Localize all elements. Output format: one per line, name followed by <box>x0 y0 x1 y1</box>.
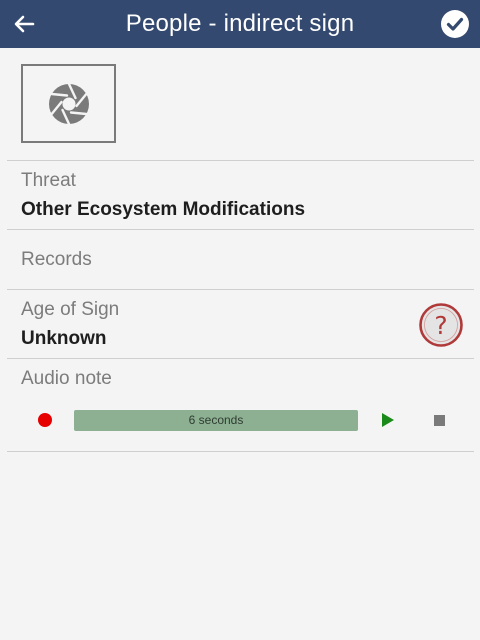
divider <box>7 358 474 359</box>
threat-field[interactable]: Threat Other Ecosystem Modifications <box>21 170 464 221</box>
svg-text:?: ? <box>434 311 447 340</box>
age-of-sign-field[interactable]: Age of Sign Unknown <box>21 299 410 350</box>
threat-label: Threat <box>21 170 76 191</box>
audio-note-field: Audio note <box>21 368 464 390</box>
divider <box>7 289 474 290</box>
audio-note-label: Audio note <box>21 368 112 389</box>
camera-aperture-icon <box>48 82 89 125</box>
page-title: People - indirect sign <box>125 10 355 37</box>
question-help-icon[interactable]: ? <box>419 303 463 347</box>
play-icon[interactable] <box>382 413 394 427</box>
add-photo-button[interactable] <box>21 64 116 143</box>
stop-icon[interactable] <box>434 415 445 426</box>
threat-value: Other Ecosystem Modifications <box>21 199 306 220</box>
divider <box>7 451 474 452</box>
app-bar: People - indirect sign <box>0 0 480 48</box>
audio-controls: 6 seconds <box>0 402 480 438</box>
records-field[interactable]: Records <box>21 249 464 271</box>
age-of-sign-label: Age of Sign <box>21 299 120 320</box>
record-icon[interactable] <box>38 413 52 427</box>
age-of-sign-value: Unknown <box>21 328 107 349</box>
divider <box>7 160 474 161</box>
divider <box>7 229 474 230</box>
records-label: Records <box>21 249 92 270</box>
confirm-check-icon[interactable] <box>440 9 470 39</box>
audio-progress-bar[interactable]: 6 seconds <box>74 410 358 431</box>
